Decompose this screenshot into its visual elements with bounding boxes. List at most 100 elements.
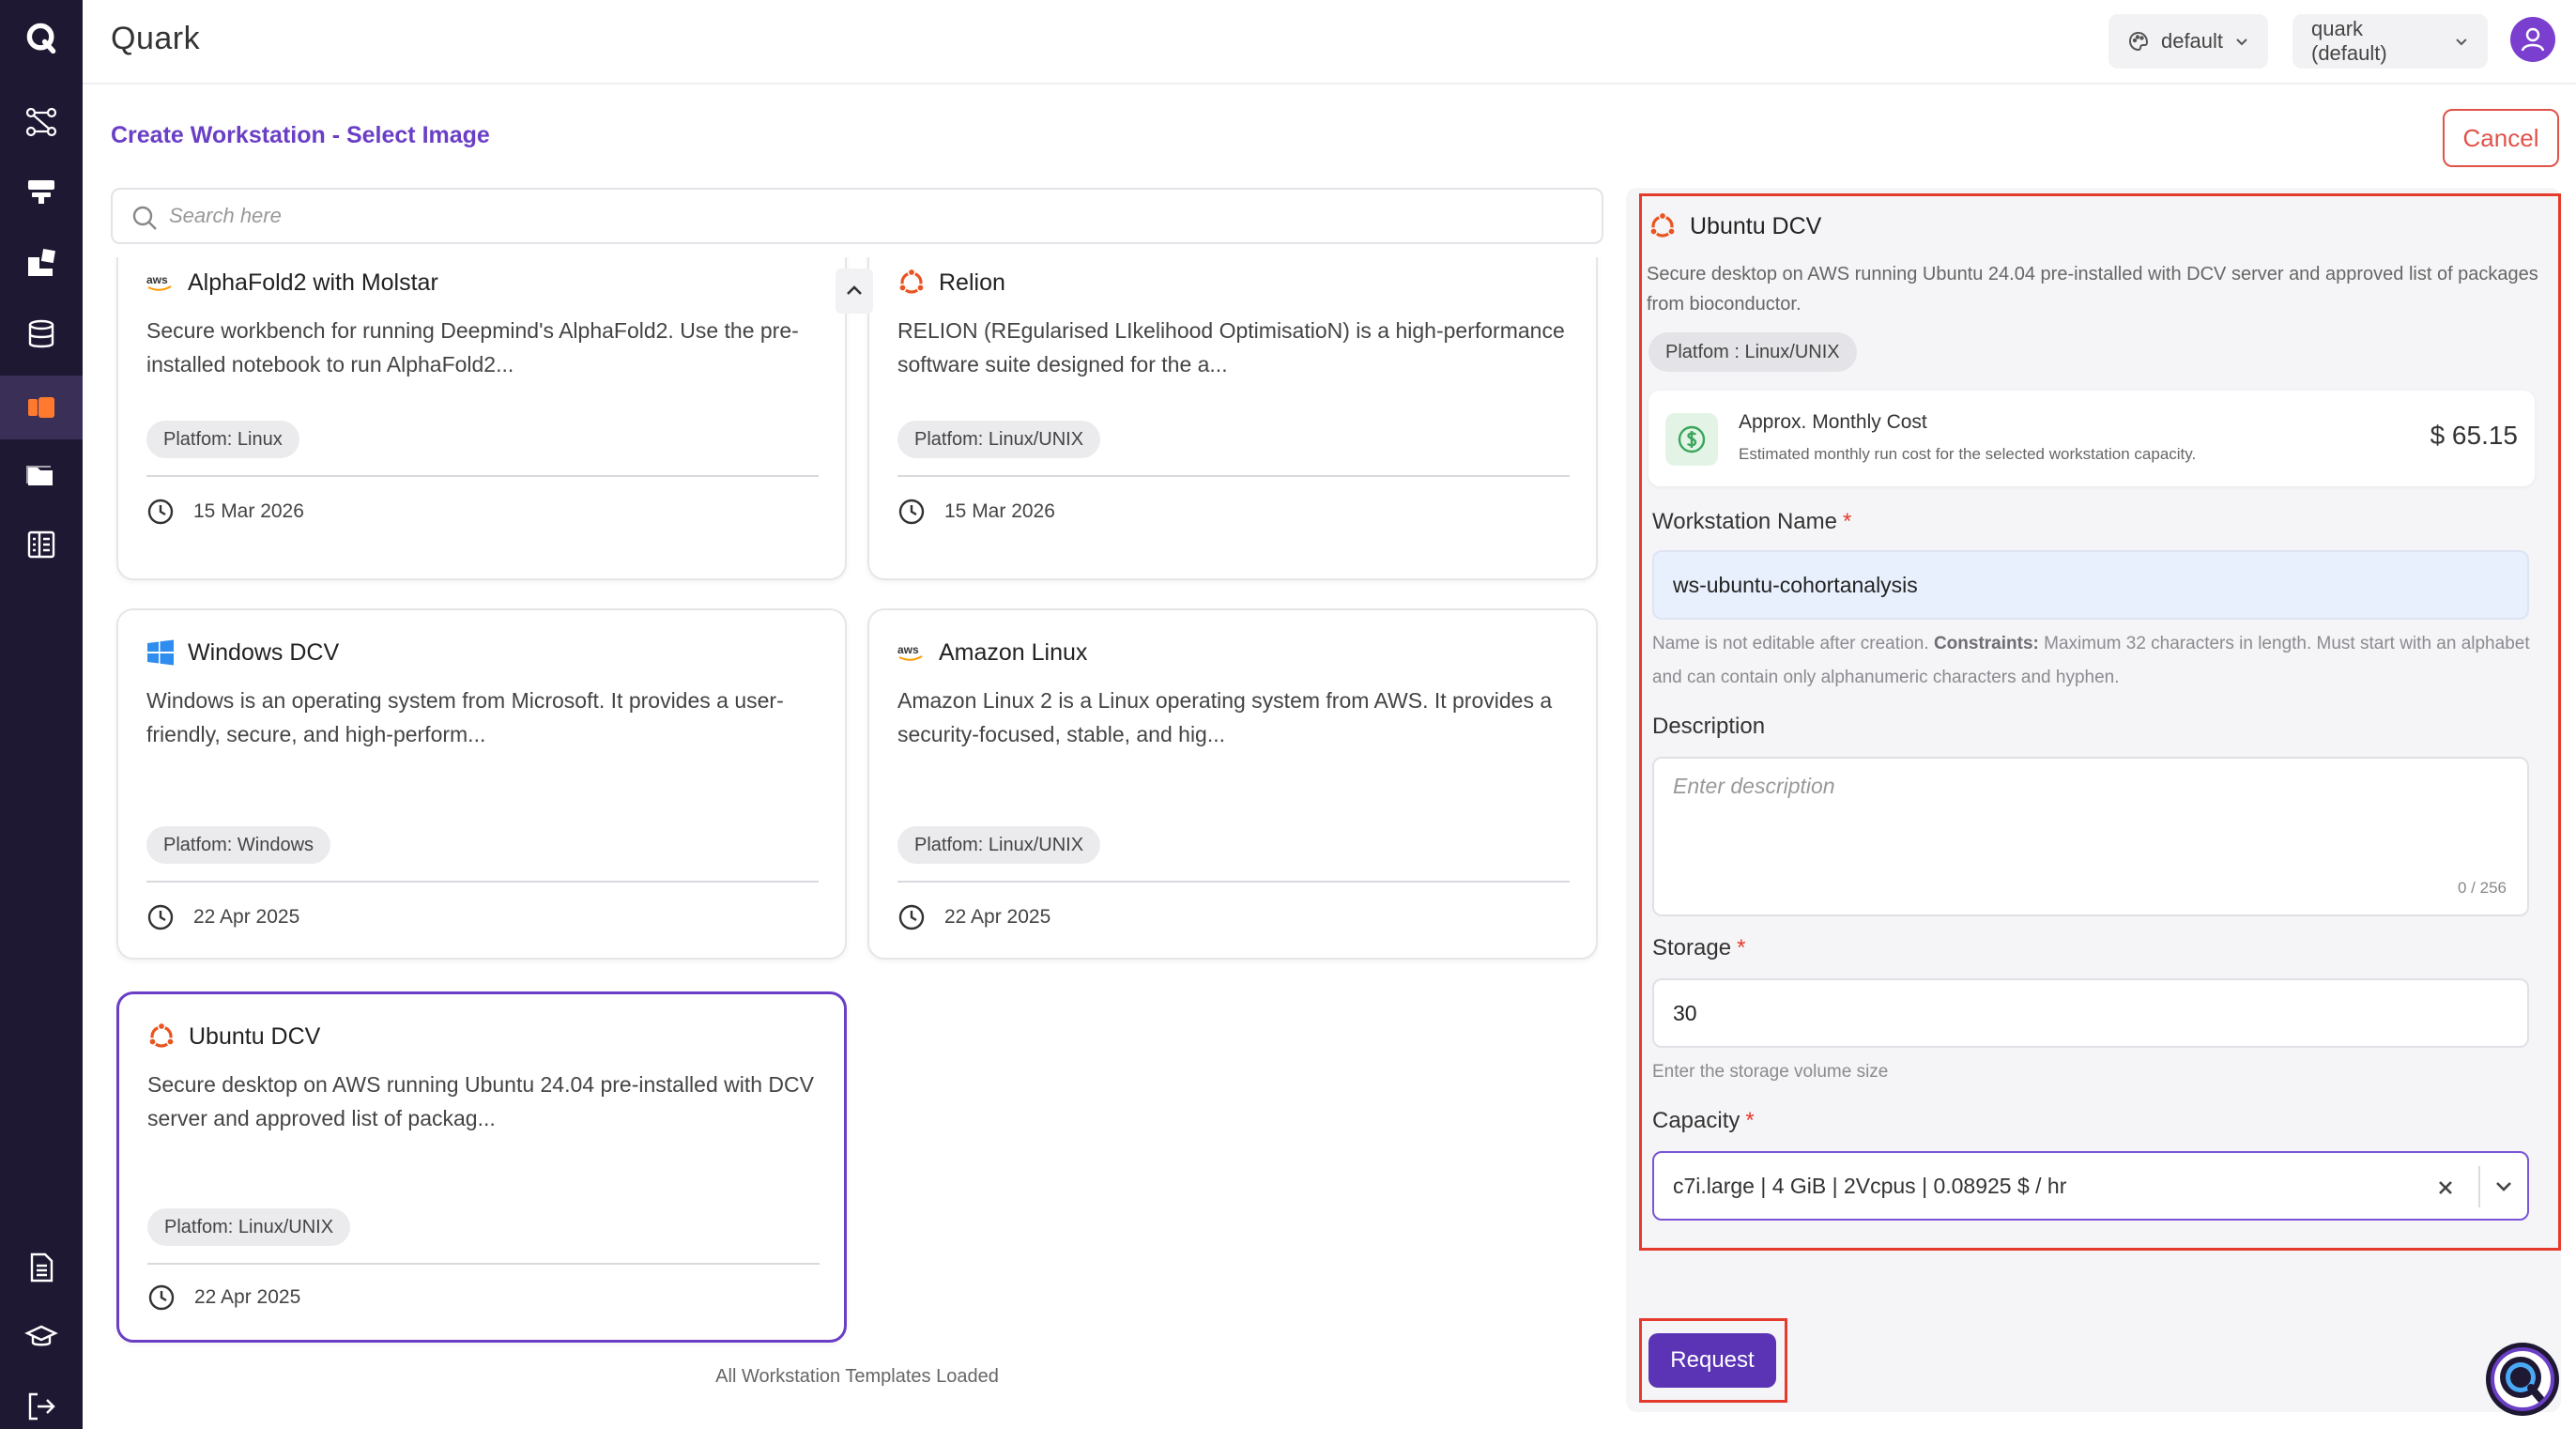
user-avatar[interactable] [2510,17,2555,62]
clock-icon [147,904,174,930]
sidebar-item-compute[interactable] [0,160,83,223]
svg-text:aws: aws [146,273,168,286]
platform-badge: Platfom: Linux/UNIX [897,421,1101,458]
quark-assistant-icon [2491,1347,2554,1411]
q-logo-icon [26,23,56,54]
logout-icon [28,1392,55,1421]
capacity-select-value: c7i.large | 4 GiB | 2Vcpus | 0.08925 $ /… [1673,1174,2067,1198]
sidebar-item-apps[interactable] [0,231,83,295]
chevron-up-icon [847,285,862,295]
project-select-value: quark (default) [2311,17,2387,65]
card-title: aws Amazon Linux [897,638,1087,667]
list-status-text: All Workstation Templates Loaded [715,1366,999,1387]
sidebar-item-catalog[interactable] [0,513,83,576]
required-mark: * [1737,935,1746,960]
card-title: Ubuntu DCV [147,1022,320,1051]
card-date-text: 15 Mar 2026 [193,500,304,522]
card-title: aws AlphaFold2 with Molstar [146,269,438,297]
card-date: 22 Apr 2025 [146,903,299,931]
card-divider [146,881,819,883]
description-label: Description [1652,714,1765,740]
storage-label: Storage * [1652,935,1745,961]
sidebar-item-data[interactable] [0,302,83,366]
panel-title: Ubuntu DCV [1648,212,1821,240]
page-title: Create Workstation - Select Image [111,122,490,148]
description-textarea[interactable] [1652,757,2529,916]
card-date: 22 Apr 2025 [897,903,1050,931]
card-date-text: 22 Apr 2025 [194,1286,301,1308]
svg-text:aws: aws [897,643,919,656]
card-title: Windows DCV [146,638,339,667]
user-icon [2521,27,2545,52]
search-box[interactable] [111,188,1603,244]
card-date: 22 Apr 2025 [147,1283,300,1312]
clear-icon[interactable] [2435,1177,2456,1198]
card-date-text: 15 Mar 2026 [944,500,1055,522]
cost-sublabel: Estimated monthly run cost for the selec… [1739,445,2197,463]
document-icon [30,1252,54,1283]
description-char-counter: 0 / 256 [2458,879,2507,897]
project-select[interactable]: quark (default) [2292,14,2488,69]
server-icon [28,180,54,204]
card-divider [897,475,1570,477]
platform-badge: Platfom: Windows [146,826,331,864]
ubuntu-logo-icon [1648,212,1677,240]
palette-icon [2128,32,2148,51]
theme-select[interactable]: default [2108,14,2268,69]
card-date: 15 Mar 2026 [146,498,304,526]
workstation-name-label-text: Workstation Name [1652,509,1837,534]
card-description: Secure workbench for running Deepmind's … [146,318,799,376]
search-input[interactable] [169,197,1577,235]
card-divider [146,475,819,477]
capacity-label-text: Capacity [1652,1108,1740,1133]
chat-assistant-button[interactable] [2486,1343,2559,1416]
sidebar-item-docs[interactable] [0,1236,83,1299]
cost-label: Approx. Monthly Cost [1739,411,1927,433]
sidebar-item-workflows[interactable] [0,90,83,154]
card-title-text: AlphaFold2 with Molstar [188,269,438,296]
ubuntu-logo-icon [147,1022,176,1051]
aws-logo-icon: aws [897,638,926,667]
storage-input[interactable] [1652,978,2529,1048]
dollar-icon [1665,413,1718,466]
windows-logo-icon [146,638,175,667]
sidebar-item-workstations[interactable] [0,376,83,439]
card-title-text: Relion [939,269,1005,296]
template-card[interactable]: aws AlphaFold2 with Molstar Secure workb… [116,257,847,580]
search-icon [132,206,157,230]
app-title: Quark [111,21,201,56]
scroll-up-button[interactable] [836,269,873,314]
template-card[interactable]: Windows DCV Windows is an operating syst… [116,608,847,960]
quark-logo[interactable] [0,6,83,69]
workstation-name-input[interactable] [1652,550,2529,620]
platform-badge: Platfom: Linux/UNIX [147,1208,351,1246]
platform-badge: Platfom: Linux [146,421,299,458]
card-description: Windows is an operating system from Micr… [146,688,784,746]
name-helper-bold: Constraints: [1933,634,2039,653]
network-icon [25,107,57,137]
catalog-icon [27,530,55,559]
template-card[interactable]: aws Amazon Linux Amazon Linux 2 is a Lin… [867,608,1598,960]
sidebar [0,0,83,1429]
clock-icon [148,1284,175,1311]
chevron-down-icon[interactable] [2492,1174,2516,1198]
ubuntu-logo-icon [897,269,926,297]
card-title-text: Windows DCV [188,638,340,666]
card-divider [897,881,1570,883]
storage-helper: Enter the storage volume size [1652,1062,1889,1082]
request-button[interactable]: Request [1648,1333,1776,1388]
sidebar-item-logout[interactable] [0,1375,83,1429]
cancel-button[interactable]: Cancel [2443,109,2559,167]
card-date-text: 22 Apr 2025 [944,906,1051,928]
card-title-text: Amazon Linux [939,638,1088,666]
card-date: 15 Mar 2026 [897,498,1055,526]
workstation-name-helper: Name is not editable after creation. Con… [1652,627,2535,695]
template-card[interactable]: Relion RELION (REgularised LIkelihood Op… [867,257,1598,580]
template-card-selected[interactable]: Ubuntu DCV Secure desktop on AWS running… [116,991,847,1343]
sidebar-item-files[interactable] [0,443,83,507]
sidebar-item-learn[interactable] [0,1305,83,1369]
required-mark: * [1842,509,1852,534]
capacity-select[interactable]: c7i.large | 4 GiB | 2Vcpus | 0.08925 $ /… [1652,1151,2529,1221]
panel-title-text: Ubuntu DCV [1690,212,1822,239]
name-helper-prefix: Name is not editable after creation. [1652,634,1929,653]
